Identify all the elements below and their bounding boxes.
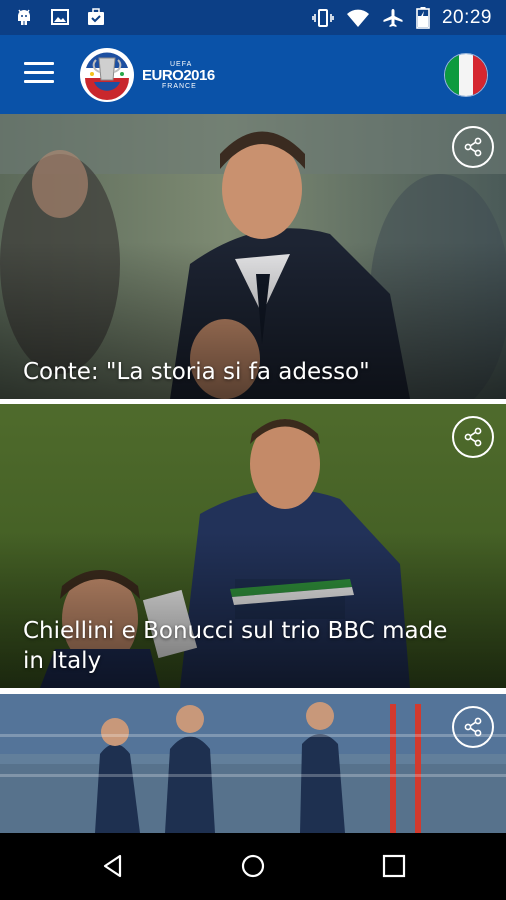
menu-button[interactable] [24, 62, 54, 84]
image-icon [50, 7, 70, 27]
navigation-bar [0, 833, 506, 900]
share-button[interactable] [452, 126, 494, 168]
share-button[interactable] [452, 416, 494, 458]
share-icon [464, 717, 482, 737]
logo-wordmark: UEFA EURO2016 FRANCE [142, 61, 215, 90]
back-button[interactable] [100, 853, 126, 883]
trophy-icon [80, 48, 134, 102]
share-icon [464, 427, 482, 447]
home-icon [241, 854, 265, 878]
euro2016-logo: UEFA EURO2016 FRANCE [80, 46, 230, 104]
battery-charging-icon [416, 7, 430, 29]
logo-euro-text: EURO2016 [142, 66, 215, 84]
news-photo [0, 694, 506, 833]
news-card[interactable]: Chiellini e Bonucci sul trio BBC made in… [0, 404, 506, 688]
wifi-icon [346, 8, 370, 28]
airplane-icon [382, 8, 404, 28]
news-title: Conte: "La storia si fa adesso" [23, 359, 370, 385]
recents-icon [382, 854, 406, 878]
recents-button[interactable] [381, 853, 407, 883]
italy-flag-button[interactable] [444, 53, 488, 97]
vibrate-icon [312, 8, 334, 28]
briefcase-check-icon [86, 7, 106, 27]
news-title: Chiellini e Bonucci sul trio BBC made in… [23, 618, 448, 674]
news-card[interactable]: Conte: "La storia si fa adesso" [0, 114, 506, 399]
clock: 20:29 [441, 7, 492, 28]
status-bar: 20:29 [0, 0, 506, 35]
share-button[interactable] [452, 706, 494, 748]
logo-country-text: FRANCE [162, 82, 197, 90]
home-button[interactable] [240, 853, 266, 883]
news-card[interactable] [0, 694, 506, 833]
back-icon [103, 854, 122, 878]
android-icon [14, 7, 34, 27]
share-icon [464, 137, 482, 157]
app-bar: UEFA EURO2016 FRANCE [0, 35, 506, 114]
news-feed: Conte: "La storia si fa adesso" Chiellin… [0, 114, 506, 833]
